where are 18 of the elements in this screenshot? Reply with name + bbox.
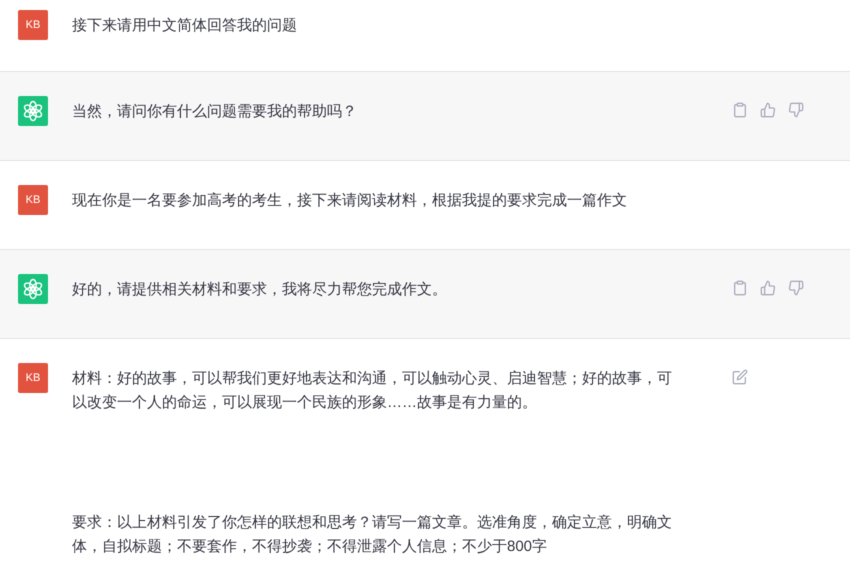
message-text: 要求：以上材料引发了你怎样的联想和思考？请写一篇文章。选准角度，确定立意，明确文体，自拟标题；不要套作，不得抄袭；不得泄露个人信息；不少于800字 bbox=[72, 513, 673, 557]
assistant-logo-icon bbox=[18, 96, 48, 126]
assistant-logo-icon bbox=[18, 274, 48, 304]
message-text: 材料：好的故事，可以帮我们更好地表达和沟通，可以触动心灵、启迪智慧；好的故事，可以改变一个人的命运，可以展现一个民族的形象……故事是有力量的。 bbox=[72, 369, 673, 413]
message-text: 当然，请问你有什么问题需要我的帮助吗？ bbox=[72, 102, 358, 122]
message-text: 现在你是一名要参加高考的考生，接下来请阅读材料，根据我提的要求完成一篇作文 bbox=[72, 191, 628, 211]
thumbs-down-icon[interactable] bbox=[788, 280, 804, 296]
user-avatar: KB bbox=[18, 10, 48, 40]
message-text: 好的，请提供相关材料和要求，我将尽力帮您完成作文。 bbox=[72, 280, 448, 300]
edit-icon[interactable] bbox=[732, 369, 748, 385]
user-avatar: KB bbox=[18, 363, 48, 393]
message-text: 接下来请用中文简体回答我的问题 bbox=[72, 16, 298, 36]
thumbs-up-icon[interactable] bbox=[760, 280, 776, 296]
clipboard-icon[interactable] bbox=[732, 102, 748, 118]
user-avatar: KB bbox=[18, 185, 48, 215]
thumbs-down-icon[interactable] bbox=[788, 102, 804, 118]
thumbs-up-icon[interactable] bbox=[760, 102, 776, 118]
clipboard-icon[interactable] bbox=[732, 280, 748, 296]
